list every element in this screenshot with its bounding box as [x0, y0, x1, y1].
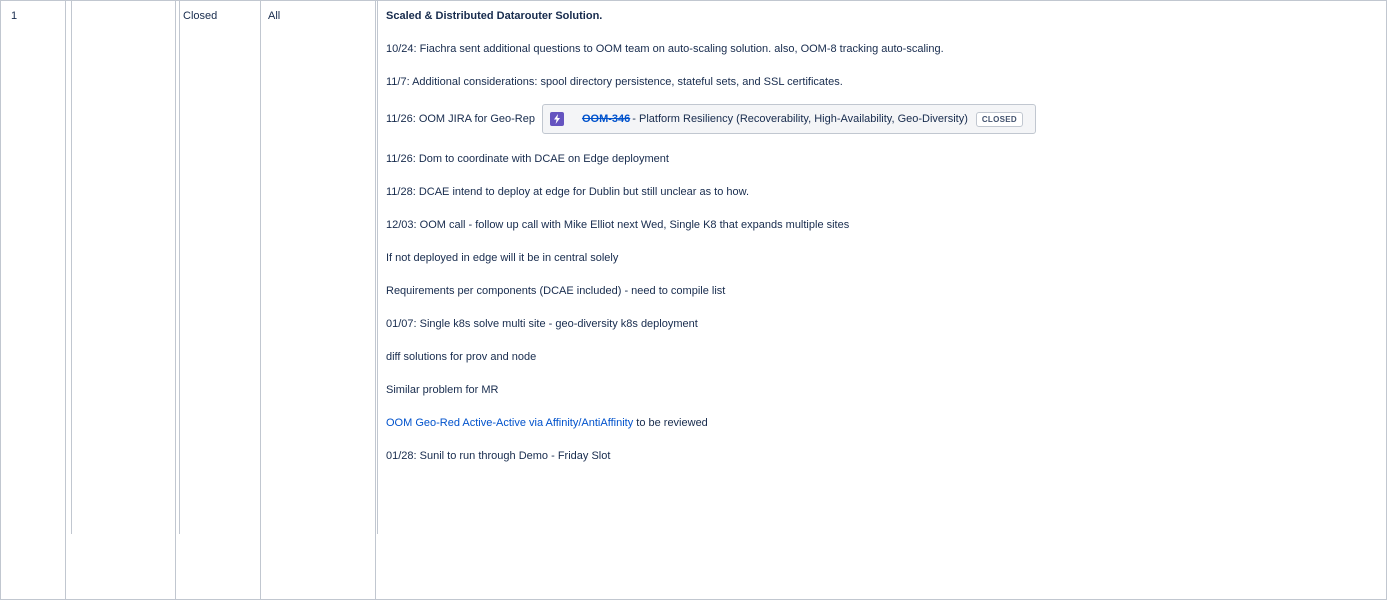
jira-status-badge: CLOSED: [975, 111, 1023, 127]
lightning-icon: [549, 112, 564, 126]
column-divider: [377, 0, 378, 534]
owner-value: [66, 1, 175, 10]
item-title: Scaled & Distributed Datarouter Solution…: [386, 10, 603, 22]
column-divider: [71, 0, 72, 534]
note-line: 12/03: OOM call - follow up call with Mi…: [386, 219, 850, 231]
jira-note: 11/26: OOM JIRA for Geo-Rep OOM-346 - Pl…: [386, 103, 1386, 135]
tracking-table: 1 Closed All Scaled & Distributed Dataro…: [0, 0, 1387, 600]
owner-cell: [65, 0, 176, 600]
table-row: 1 Closed All Scaled & Distributed Dataro…: [0, 0, 1387, 600]
note-line: 11/28: DCAE intend to deploy at edge for…: [386, 186, 750, 198]
description-content: Scaled & Distributed Datarouter Solution…: [376, 1, 1386, 463]
note-line: 11/26: Dom to coordinate with DCAE on Ed…: [386, 153, 669, 165]
scope-cell: All: [260, 0, 376, 600]
jira-issue-summary: - Platform Resiliency (Recoverability, H…: [632, 113, 968, 125]
note-line: Requirements per components (DCAE includ…: [386, 285, 726, 297]
note-line: diff solutions for prov and node: [386, 351, 537, 363]
note-line: 11/7: Additional considerations: spool d…: [386, 76, 843, 88]
jira-prefix: 11/26: OOM JIRA for Geo-Rep: [386, 113, 535, 125]
row-number: 1: [11, 10, 18, 22]
geo-red-link[interactable]: OOM Geo-Red Active-Active via Affinity/A…: [386, 417, 633, 429]
note-line: Similar problem for MR: [386, 384, 499, 396]
column-divider: [179, 0, 180, 534]
jira-issue-key[interactable]: OOM-346: [582, 113, 630, 125]
scope-value: All: [268, 10, 281, 22]
status-value: Closed: [183, 10, 218, 22]
note-line: 01/07: Single k8s solve multi site - geo…: [386, 318, 698, 330]
note-line: If not deployed in edge will it be in ce…: [386, 252, 619, 264]
jira-issue-card[interactable]: OOM-346 - Platform Resiliency (Recoverab…: [541, 104, 1036, 134]
row-number-cell: 1: [0, 0, 66, 600]
note-line: 01/28: Sunil to run through Demo - Frida…: [386, 450, 611, 462]
description-cell: Scaled & Distributed Datarouter Solution…: [375, 0, 1387, 600]
link-note: OOM Geo-Red Active-Active via Affinity/A…: [386, 417, 1386, 430]
status-cell: Closed: [175, 0, 261, 600]
note-line: 10/24: Fiachra sent additional questions…: [386, 43, 944, 55]
link-suffix: to be reviewed: [633, 417, 708, 429]
